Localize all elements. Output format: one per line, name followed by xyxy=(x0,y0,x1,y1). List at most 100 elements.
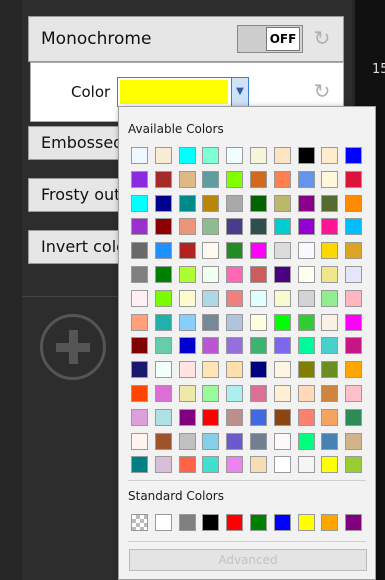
color-swatch[interactable] xyxy=(297,147,315,164)
color-swatch[interactable] xyxy=(297,218,315,236)
color-swatch[interactable] xyxy=(131,266,148,283)
color-swatch[interactable] xyxy=(297,313,315,331)
color-swatch[interactable] xyxy=(154,170,172,188)
color-swatch[interactable] xyxy=(202,242,220,260)
color-swatch[interactable] xyxy=(345,337,363,355)
color-swatch[interactable] xyxy=(273,408,291,426)
color-swatch[interactable] xyxy=(273,289,291,307)
color-swatch[interactable] xyxy=(250,385,267,402)
color-swatch[interactable] xyxy=(250,337,267,355)
color-swatch[interactable] xyxy=(321,147,339,164)
color-swatch[interactable] xyxy=(226,408,244,426)
color-swatch[interactable] xyxy=(273,147,291,164)
color-swatch[interactable] xyxy=(345,194,363,212)
color-swatch[interactable] xyxy=(226,170,244,188)
color-swatch[interactable] xyxy=(178,313,196,331)
color-swatch[interactable] xyxy=(345,385,363,402)
color-swatch[interactable] xyxy=(250,289,267,307)
standard-color-swatch[interactable] xyxy=(250,514,267,531)
color-swatch[interactable] xyxy=(321,194,339,212)
color-swatch[interactable] xyxy=(226,194,244,212)
color-swatch[interactable] xyxy=(226,385,244,402)
color-swatch[interactable] xyxy=(178,432,196,450)
add-effect-button[interactable] xyxy=(40,314,106,380)
color-swatch[interactable] xyxy=(131,170,148,188)
color-swatch[interactable] xyxy=(202,337,220,355)
color-swatch[interactable] xyxy=(273,385,291,402)
standard-color-swatch[interactable] xyxy=(226,514,244,531)
color-swatch[interactable] xyxy=(273,361,291,379)
color-swatch[interactable] xyxy=(226,289,244,307)
color-swatch[interactable] xyxy=(321,337,339,355)
color-swatch[interactable] xyxy=(131,313,148,331)
color-swatch[interactable] xyxy=(273,456,291,474)
standard-color-swatch[interactable] xyxy=(202,514,220,531)
color-swatch[interactable] xyxy=(202,408,220,426)
color-swatch[interactable] xyxy=(154,266,172,283)
color-swatch[interactable] xyxy=(226,147,244,164)
color-swatch[interactable] xyxy=(202,170,220,188)
color-swatch[interactable] xyxy=(226,337,244,355)
color-swatch[interactable] xyxy=(226,361,244,379)
color-swatch[interactable] xyxy=(321,266,339,283)
color-swatch[interactable] xyxy=(273,313,291,331)
color-swatch[interactable] xyxy=(321,313,339,331)
color-swatch[interactable] xyxy=(154,408,172,426)
color-swatch[interactable] xyxy=(178,361,196,379)
color-swatch[interactable] xyxy=(131,337,148,355)
color-swatch[interactable] xyxy=(202,432,220,450)
color-swatch[interactable] xyxy=(321,218,339,236)
reset-arrow-icon[interactable]: ↻ xyxy=(311,27,333,49)
color-swatch[interactable] xyxy=(321,361,339,379)
color-swatch[interactable] xyxy=(202,194,220,212)
color-swatch[interactable] xyxy=(345,361,363,379)
color-swatch[interactable] xyxy=(345,266,363,283)
color-swatch[interactable] xyxy=(202,147,220,164)
standard-color-swatch[interactable] xyxy=(178,514,196,531)
color-swatch[interactable] xyxy=(178,385,196,402)
standard-color-swatch[interactable] xyxy=(345,514,363,531)
color-swatch[interactable] xyxy=(345,408,363,426)
color-swatch[interactable] xyxy=(131,218,148,236)
color-swatch[interactable] xyxy=(297,266,315,283)
color-swatch[interactable] xyxy=(154,289,172,307)
color-swatch[interactable] xyxy=(250,194,267,212)
color-swatch[interactable] xyxy=(345,170,363,188)
color-swatch[interactable] xyxy=(345,313,363,331)
color-swatch[interactable] xyxy=(178,337,196,355)
color-swatch[interactable] xyxy=(202,385,220,402)
color-swatch[interactable] xyxy=(226,218,244,236)
color-swatch[interactable] xyxy=(178,218,196,236)
color-swatch[interactable] xyxy=(178,194,196,212)
color-swatch[interactable] xyxy=(178,170,196,188)
color-swatch[interactable] xyxy=(273,432,291,450)
color-swatch[interactable] xyxy=(345,432,363,450)
color-swatch[interactable] xyxy=(297,337,315,355)
color-swatch[interactable] xyxy=(178,266,196,283)
color-swatch[interactable] xyxy=(297,289,315,307)
color-swatch[interactable] xyxy=(178,147,196,164)
color-swatch[interactable] xyxy=(297,432,315,450)
color-swatch[interactable] xyxy=(250,170,267,188)
monochrome-toggle[interactable]: OFF xyxy=(237,25,303,53)
color-swatch[interactable] xyxy=(321,408,339,426)
color-swatch[interactable] xyxy=(131,194,148,212)
color-swatch[interactable] xyxy=(226,456,244,474)
color-swatch[interactable] xyxy=(250,361,267,379)
color-swatch[interactable] xyxy=(131,385,148,402)
reset-arrow-icon[interactable]: ↻ xyxy=(311,80,333,102)
color-swatch[interactable] xyxy=(154,242,172,260)
color-swatch[interactable] xyxy=(250,242,267,260)
effect-row-frosty-outline[interactable]: Frosty outline xyxy=(28,178,126,212)
color-swatch[interactable] xyxy=(154,385,172,402)
color-swatch[interactable] xyxy=(226,432,244,450)
color-swatch[interactable] xyxy=(202,456,220,474)
color-swatch[interactable] xyxy=(154,147,172,164)
color-swatch[interactable] xyxy=(273,337,291,355)
color-swatch[interactable] xyxy=(321,456,339,474)
color-swatch[interactable] xyxy=(250,313,267,331)
color-swatch[interactable] xyxy=(250,218,267,236)
color-swatch[interactable] xyxy=(202,313,220,331)
color-swatch[interactable] xyxy=(345,289,363,307)
color-swatch[interactable] xyxy=(131,456,148,474)
